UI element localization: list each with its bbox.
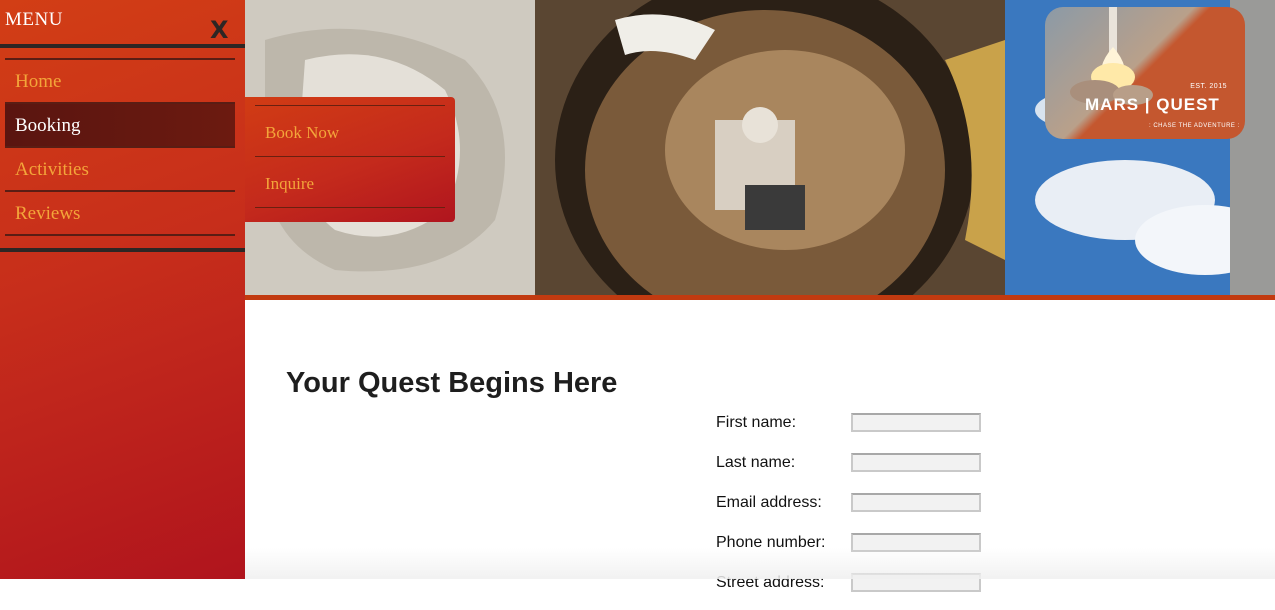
- last-name-label: Last name:: [716, 454, 796, 471]
- last-name-field[interactable]: [851, 453, 981, 472]
- mars-quest-logo[interactable]: EST. 2015 MARS | QUEST : CHASE THE ADVEN…: [1045, 7, 1245, 139]
- street-label: Street address:: [716, 574, 825, 591]
- menu-header: MENU X: [0, 0, 245, 48]
- form-row-first-name: First name:: [716, 410, 1016, 450]
- close-menu-button[interactable]: X: [210, 18, 229, 42]
- menu-item-activities[interactable]: Activities: [5, 148, 235, 192]
- menu-divider: [0, 248, 245, 252]
- menu-item-reviews[interactable]: Reviews: [5, 192, 235, 236]
- form-row-email: Email address:: [716, 490, 1016, 530]
- menu-list: Home Booking Activities Reviews: [5, 58, 235, 236]
- street-field[interactable]: [851, 573, 981, 592]
- submenu-item-inquire[interactable]: Inquire: [255, 157, 445, 208]
- booking-submenu: Book Now Inquire: [245, 97, 455, 222]
- email-label: Email address:: [716, 494, 822, 511]
- menu-item-booking[interactable]: Booking: [5, 104, 235, 148]
- submenu-item-book-now[interactable]: Book Now: [255, 106, 445, 157]
- form-row-last-name: Last name:: [716, 450, 1016, 490]
- phone-label: Phone number:: [716, 534, 826, 551]
- phone-field[interactable]: [851, 533, 981, 552]
- page-title: Your Quest Begins Here: [286, 367, 618, 399]
- booking-form: First name: Last name: Email address: Ph…: [716, 410, 1016, 610]
- logo-name: MARS | QUEST: [1085, 95, 1220, 114]
- rocket-launch-icon: [1070, 7, 1153, 105]
- logo-tagline: : CHASE THE ADVENTURE :: [1149, 123, 1240, 129]
- first-name-label: First name:: [716, 414, 797, 431]
- menu-item-home[interactable]: Home: [5, 60, 235, 104]
- menu-title: MENU: [5, 9, 63, 30]
- submenu-list: Book Now Inquire: [255, 105, 445, 208]
- sidebar-menu: MENU X Home Booking Activities Reviews: [0, 0, 245, 579]
- form-row-street: Street address:: [716, 570, 1016, 610]
- first-name-field[interactable]: [851, 413, 981, 432]
- logo-est: EST. 2015: [1190, 83, 1227, 90]
- form-row-phone: Phone number:: [716, 530, 1016, 570]
- email-field[interactable]: [851, 493, 981, 512]
- hero-divider: [245, 295, 1275, 300]
